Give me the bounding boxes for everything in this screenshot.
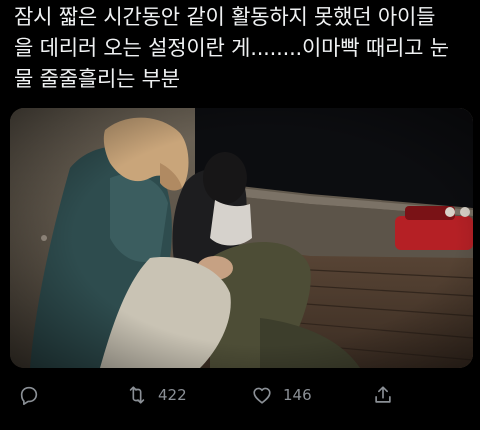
retweet-button[interactable]: 422 (126, 378, 187, 412)
photo-scene (10, 108, 473, 368)
heart-icon (253, 387, 271, 404)
retweet-count: 422 (158, 386, 187, 404)
like-count: 146 (283, 386, 312, 404)
share-button[interactable] (372, 378, 404, 412)
share-icon (375, 386, 391, 403)
like-button[interactable]: 146 (251, 378, 312, 412)
reply-button[interactable] (18, 378, 50, 412)
reply-icon (20, 386, 38, 405)
retweet-icon (129, 386, 145, 404)
tweet-text: 잠시 짧은 시간동안 같이 활동하지 못했던 아이들 을 데리러 오는 설정이란… (14, 5, 449, 91)
tweet-action-bar: 422 146 (0, 378, 480, 412)
tweet-photo[interactable] (10, 108, 473, 368)
